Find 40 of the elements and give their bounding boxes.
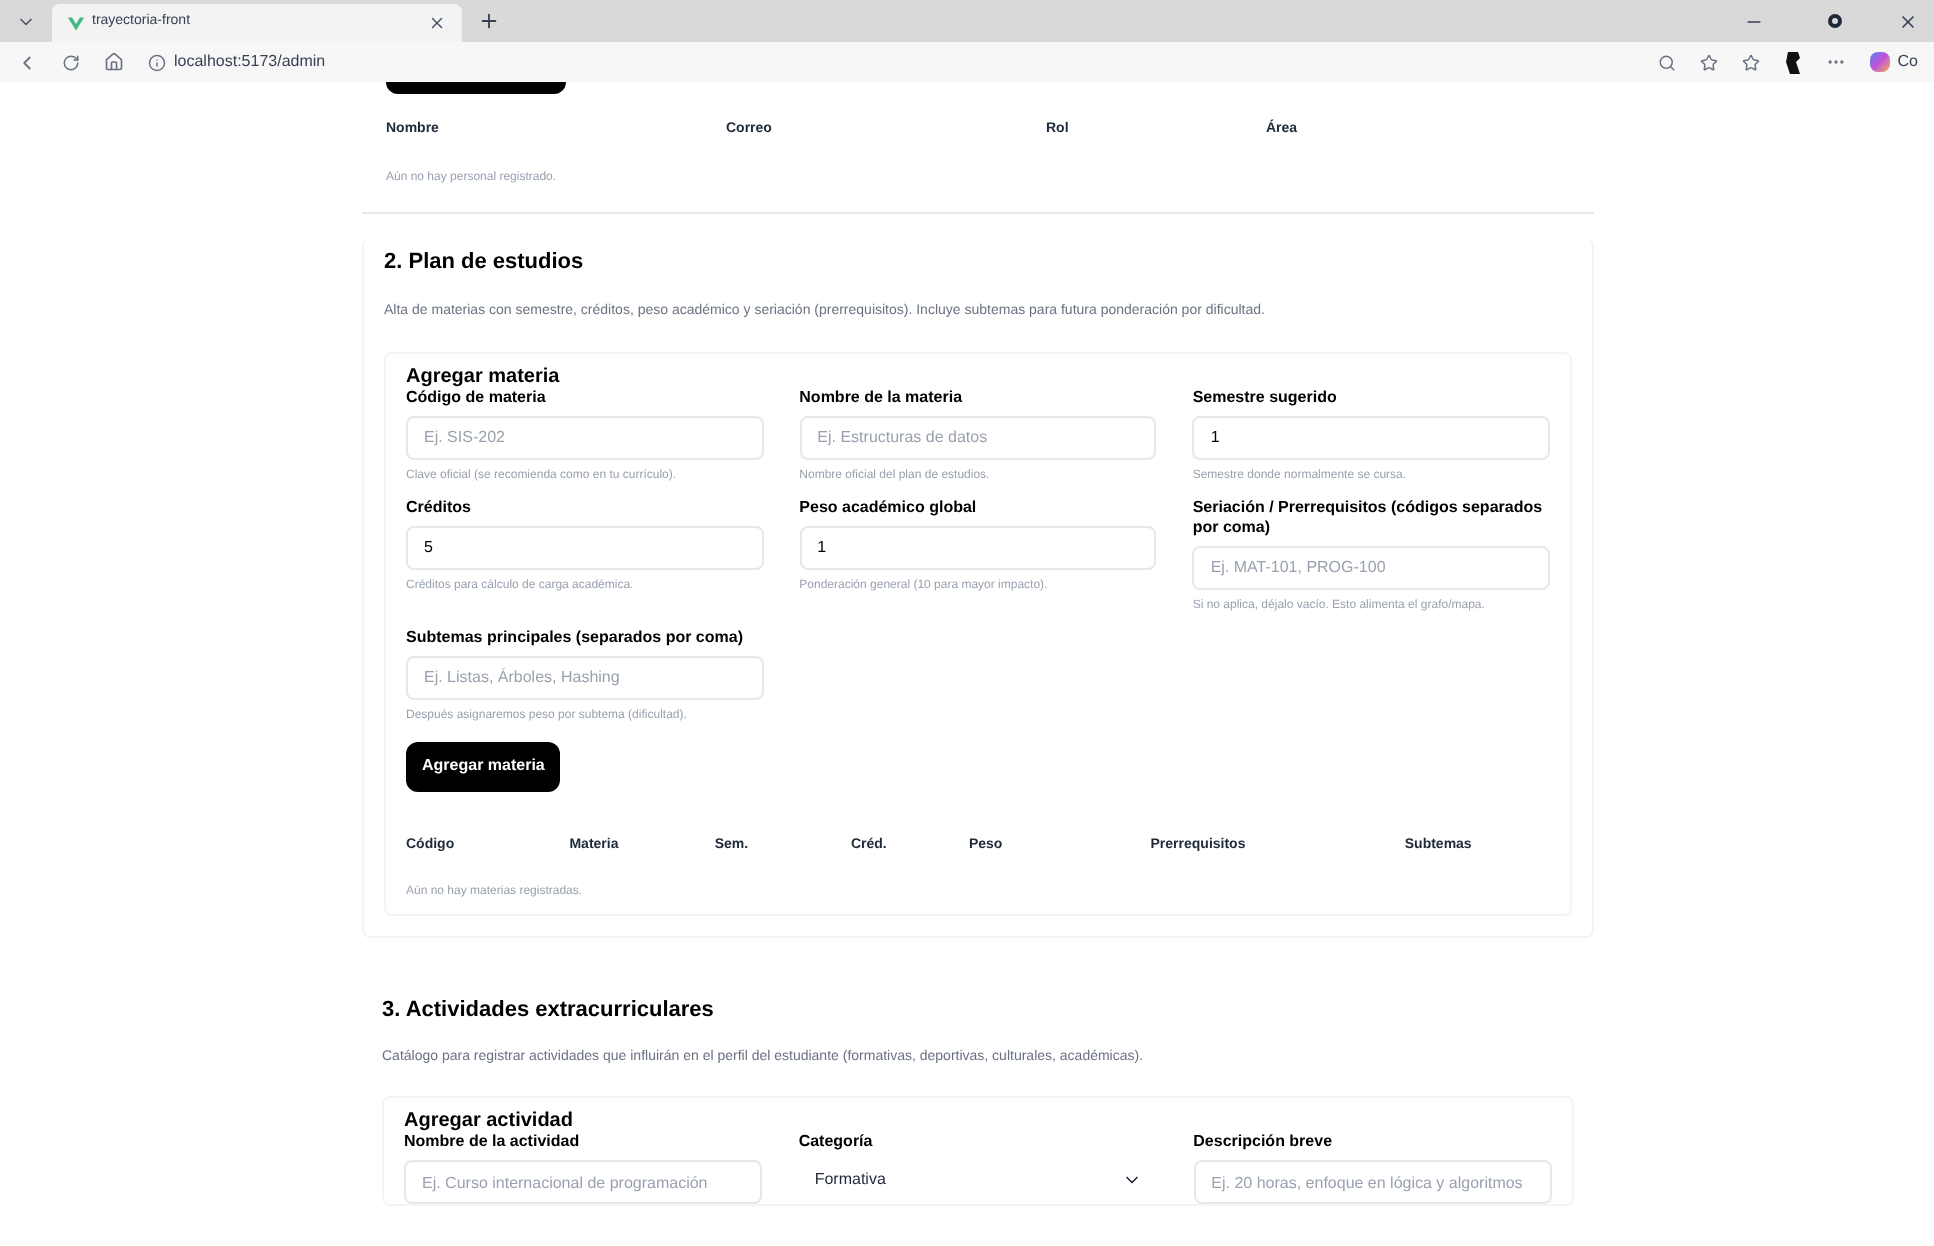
input-field[interactable]: Ej. Estructuras de datos [799,415,1157,459]
form-title: Agregar materia [406,365,562,387]
close-icon[interactable] [428,14,446,32]
star-icon[interactable] [1699,53,1718,71]
field-label: Nombre de la materia [799,387,965,407]
copilot-label[interactable]: Co [1897,50,1918,74]
zoom-icon[interactable] [1657,53,1676,71]
field-label: Nombre de la actividad [404,1132,582,1152]
favorites-icon[interactable] [1741,53,1760,71]
cut-button[interactable] [386,82,566,94]
field-label: Descripción breve [1193,1132,1335,1152]
field-label: Subtemas principales (separados por coma) [406,627,745,647]
category-select[interactable]: Formativa [798,1160,1158,1200]
input-field[interactable]: 5 [406,525,764,569]
field-label: Código de materia [406,387,548,407]
reload-icon[interactable] [62,53,80,71]
input-field[interactable]: 1 [1192,415,1550,459]
home-icon[interactable] [104,52,124,72]
field-label: Seriación / Prerrequisitos (códigos separados por coma) [1192,497,1545,537]
close-icon[interactable] [1898,11,1918,31]
info-icon [148,53,166,71]
input-field[interactable]: Ej. MAT-101, PROG-100 [1192,545,1550,589]
logo-icon [68,15,84,31]
field-label: Créditos [406,497,473,517]
url-text[interactable]: localhost:5173/admin [174,50,326,74]
form-title: Agregar actividad [404,1110,575,1132]
input-field[interactable]: Ej. Curso internacional de programación [404,1160,763,1204]
input-field[interactable]: Ej. 20 horas, enfoque en lógica y algoritmos [1193,1160,1552,1204]
field-label: Categoría [798,1132,875,1152]
field-label: Peso académico global [799,497,979,517]
new-tab-icon[interactable] [478,10,500,32]
input-field[interactable]: 1 [799,525,1157,569]
field-label: Semestre sugerido [1192,387,1339,407]
copilot-icon[interactable] [1869,52,1890,72]
section-title: 2. Plan de estudios [384,247,586,277]
add-subject-button[interactable]: Agregar materia [406,741,561,791]
restore-icon[interactable] [1828,14,1842,28]
input-field[interactable]: Ej. Listas, Árboles, Hashing [406,655,764,699]
section-title: 3. Actividades extracurriculares [382,996,716,1026]
input-field[interactable]: Ej. SIS-202 [406,415,764,459]
